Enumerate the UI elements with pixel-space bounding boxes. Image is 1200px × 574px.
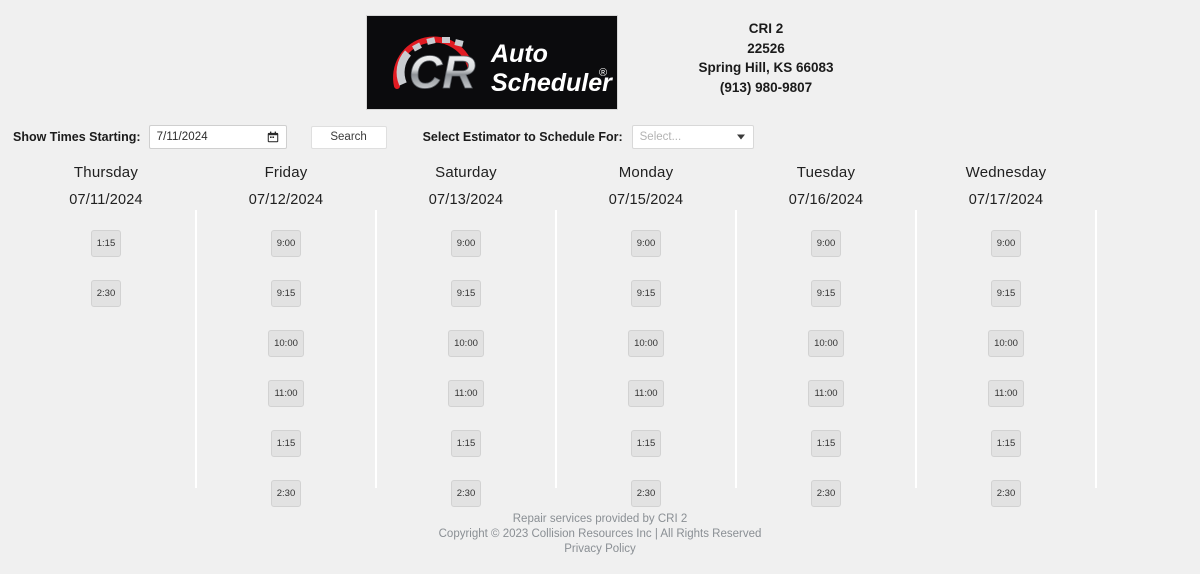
time-slot-button[interactable]: 9:15	[991, 280, 1021, 307]
svg-text:Scheduler: Scheduler	[491, 69, 613, 97]
time-slot-button[interactable]: 1:15	[451, 430, 481, 457]
time-slot-button[interactable]: 10:00	[808, 330, 844, 357]
time-slot-button[interactable]: 9:15	[451, 280, 481, 307]
time-slot-button[interactable]: 1:15	[631, 430, 661, 457]
time-slot-button[interactable]: 11:00	[808, 380, 844, 407]
page-header: CR Auto Scheduler ® CRI 2 22526 Spring H…	[0, 0, 1200, 110]
availability-grid: Thursday 07/11/2024 1:15 2:30 Friday 07/12/20…	[0, 160, 1200, 507]
logo-svg: CR Auto Scheduler ®	[393, 36, 614, 98]
show-times-starting-label: Show Times Starting:	[13, 130, 141, 144]
time-slot-button[interactable]: 1:15	[991, 430, 1021, 457]
day-date: 07/17/2024	[968, 192, 1044, 208]
privacy-policy-link[interactable]: Privacy Policy	[564, 543, 636, 555]
svg-text:CR: CR	[409, 46, 475, 98]
cr-auto-scheduler-logo: CR Auto Scheduler ®	[366, 15, 619, 110]
day-name: Wednesday	[965, 164, 1047, 181]
time-slot-button[interactable]: 2:30	[271, 480, 301, 507]
time-slot-button[interactable]: 9:15	[631, 280, 661, 307]
time-slot-list: 1:15 2:30	[16, 230, 196, 330]
search-button[interactable]: Search	[310, 125, 387, 149]
day-column-tuesday: Tuesday 07/16/2024 9:00 9:15 10:00 11:00 1:15 2…	[736, 160, 917, 507]
day-date: 07/12/2024	[248, 192, 324, 208]
day-name: Tuesday	[796, 164, 856, 181]
time-slot-button[interactable]: 2:30	[91, 280, 121, 307]
time-slot-button[interactable]: 10:00	[448, 330, 484, 357]
day-date: 07/11/2024	[69, 192, 143, 208]
shop-city-state-zip: Spring Hill, KS 66083	[698, 60, 834, 76]
shop-number: 22526	[747, 40, 785, 56]
shop-info: CRI 2 22526 Spring Hill, KS 66083 (913) …	[698, 15, 833, 97]
shop-phone: (913) 980-9807	[719, 79, 813, 95]
day-name: Friday	[264, 164, 308, 181]
start-date-input[interactable]: 7/11/2024	[148, 125, 287, 149]
time-slot-button[interactable]: 9:15	[811, 280, 841, 307]
day-column-thursday: Thursday 07/11/2024 1:15 2:30	[16, 160, 197, 500]
time-slot-button[interactable]: 1:15	[811, 430, 841, 457]
time-slot-button[interactable]: 11:00	[628, 380, 664, 407]
time-slot-button[interactable]: 9:00	[451, 230, 481, 257]
time-slot-button[interactable]: 9:00	[271, 230, 301, 257]
estimator-select-value: Select...	[639, 131, 682, 143]
footer-repair-services: Repair services provided by CRI 2	[512, 513, 688, 525]
search-toolbar: Show Times Starting: 7/11/2024 Search Se…	[0, 125, 1200, 149]
time-slot-button[interactable]: 9:00	[631, 230, 661, 257]
svg-text:Auto: Auto	[490, 40, 548, 68]
time-slot-list: 9:00 9:15 10:00 11:00 1:15 2:30	[556, 230, 736, 530]
time-slot-list: 9:00 9:15 10:00 11:00 1:15 2:30	[376, 230, 556, 530]
time-slot-button[interactable]: 2:30	[631, 480, 661, 507]
time-slot-button[interactable]: 9:00	[991, 230, 1021, 257]
svg-text:®: ®	[599, 67, 607, 79]
day-date: 07/13/2024	[428, 192, 504, 208]
column-separator	[1095, 210, 1097, 488]
scheduler-page: CR Auto Scheduler ® CRI 2 22526 Spring H…	[0, 0, 1200, 574]
time-slot-button[interactable]: 11:00	[268, 380, 304, 407]
time-slot-button[interactable]: 10:00	[268, 330, 304, 357]
time-slot-button[interactable]: 1:15	[271, 430, 301, 457]
time-slot-button[interactable]: 9:15	[271, 280, 301, 307]
time-slot-button[interactable]: 2:30	[991, 480, 1021, 507]
select-estimator-label: Select Estimator to Schedule For:	[422, 130, 623, 144]
time-slot-list: 9:00 9:15 10:00 11:00 1:15 2:30	[196, 230, 376, 530]
time-slot-button[interactable]: 11:00	[448, 380, 484, 407]
time-slot-button[interactable]: 11:00	[988, 380, 1024, 407]
time-slot-button[interactable]: 1:15	[91, 230, 121, 257]
day-name: Thursday	[73, 164, 139, 181]
estimator-select[interactable]: Select...	[631, 125, 754, 149]
day-column-friday: Friday 07/12/2024 9:00 9:15 10:00 11:00 1:15 2:…	[196, 160, 377, 507]
day-column-wednesday: Wednesday 07/17/2024 9:00 9:15 10:00 11:00 1:1…	[916, 160, 1097, 507]
day-name: Saturday	[435, 164, 497, 181]
day-column-saturday: Saturday 07/13/2024 9:00 9:15 10:00 11:00 1:15…	[376, 160, 557, 507]
shop-name: CRI 2	[748, 21, 784, 36]
time-slot-button[interactable]: 9:00	[811, 230, 841, 257]
time-slot-list: 9:00 9:15 10:00 11:00 1:15 2:30	[736, 230, 916, 530]
day-name: Monday	[618, 164, 674, 181]
time-slot-button[interactable]: 10:00	[628, 330, 664, 357]
page-footer: Repair services provided by CRI 2 Copyri…	[0, 512, 1200, 558]
time-slot-list: 9:00 9:15 10:00 11:00 1:15 2:30	[916, 230, 1096, 530]
day-date: 07/15/2024	[608, 192, 684, 208]
day-column-monday: Monday 07/15/2024 9:00 9:15 10:00 11:00 1:15 2:…	[556, 160, 737, 507]
time-slot-button[interactable]: 10:00	[988, 330, 1024, 357]
time-slot-button[interactable]: 2:30	[811, 480, 841, 507]
calendar-icon[interactable]	[267, 131, 279, 143]
day-date: 07/16/2024	[788, 192, 864, 208]
footer-copyright: Copyright © 2023 Collision Resources Inc…	[438, 528, 762, 541]
start-date-value: 7/11/2024	[156, 131, 208, 143]
chevron-down-icon[interactable]	[736, 134, 745, 140]
time-slot-button[interactable]: 2:30	[451, 480, 481, 507]
